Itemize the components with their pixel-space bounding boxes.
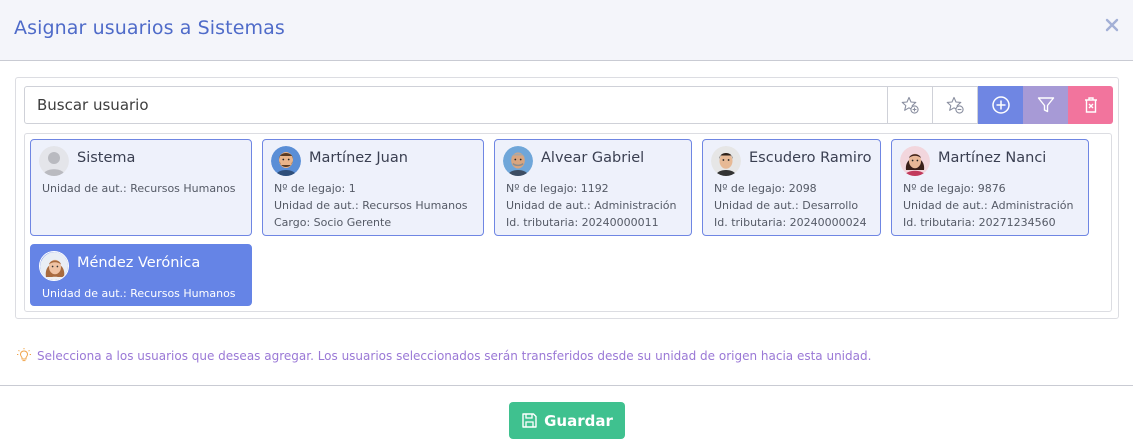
user-tax-id: Id. tributaria: 20240000011 xyxy=(506,216,659,229)
user-file-number: Nº de legajo: 1192 xyxy=(506,182,609,195)
plus-circle-icon xyxy=(991,96,1010,114)
filter-button[interactable] xyxy=(1023,86,1068,124)
older-man-avatar xyxy=(503,146,533,176)
user-unit: Unidad de aut.: Recursos Humanos xyxy=(42,287,236,300)
user-file-number: Nº de legajo: 2098 xyxy=(714,182,817,195)
user-name: Méndez Verónica xyxy=(77,255,201,271)
user-card-martinez-juan[interactable]: Martínez Juan Nº de legajo: 1 Unidad de … xyxy=(262,139,484,236)
user-card-sistema[interactable]: Sistema Unidad de aut.: Recursos Humanos xyxy=(30,139,252,236)
filter-icon xyxy=(1037,97,1054,113)
user-name: Escudero Ramiro xyxy=(749,150,872,166)
young-man-avatar xyxy=(711,146,741,176)
user-picker-panel: Sistema Unidad de aut.: Recursos Humanos… xyxy=(15,77,1119,319)
add-favorite-button[interactable] xyxy=(888,86,933,124)
user-card-mendez-veronica[interactable]: Méndez Verónica Unidad de aut.: Recursos… xyxy=(30,244,252,306)
user-unit: Unidad de aut.: Recursos Humanos xyxy=(274,199,468,212)
save-button[interactable]: Guardar xyxy=(509,402,625,439)
bearded-man-avatar xyxy=(271,146,301,176)
user-name: Alvear Gabriel xyxy=(541,150,645,166)
delete-button[interactable] xyxy=(1068,86,1113,124)
user-unit: Unidad de aut.: Recursos Humanos xyxy=(42,182,236,195)
add-users-button[interactable] xyxy=(978,86,1023,124)
remove-favorite-button[interactable] xyxy=(933,86,978,124)
default-avatar xyxy=(39,146,69,176)
info-text: Selecciona a los usuarios que deseas agr… xyxy=(37,349,872,363)
close-icon[interactable] xyxy=(1105,18,1119,32)
user-card-alvear-gabriel[interactable]: Alvear Gabriel Nº de legajo: 1192 Unidad… xyxy=(494,139,692,236)
user-card-escudero-ramiro[interactable]: Escudero Ramiro Nº de legajo: 2098 Unida… xyxy=(702,139,881,236)
woman-light-hair-avatar xyxy=(39,251,69,281)
star-minus-icon xyxy=(946,96,964,114)
search-input[interactable] xyxy=(24,86,888,124)
modal-title: Asignar usuarios a Sistemas xyxy=(14,17,285,39)
users-list: Sistema Unidad de aut.: Recursos Humanos… xyxy=(24,133,1112,312)
user-tax-id: Id. tributaria: 20240000024 xyxy=(714,216,867,229)
user-file-number: Nº de legajo: 9876 xyxy=(903,182,1006,195)
user-name: Sistema xyxy=(77,150,136,166)
modal-header: Asignar usuarios a Sistemas xyxy=(0,0,1133,61)
user-name: Martínez Nanci xyxy=(938,150,1047,166)
user-unit: Unidad de aut.: Administración xyxy=(506,199,677,212)
user-tax-id: Id. tributaria: 20271234560 xyxy=(903,216,1056,229)
user-position: Cargo: Socio Gerente xyxy=(274,216,392,229)
user-unit: Unidad de aut.: Administración xyxy=(903,199,1074,212)
lightbulb-icon xyxy=(17,348,31,362)
floppy-disk-icon xyxy=(522,413,537,428)
user-unit: Unidad de aut.: Desarrollo xyxy=(714,199,859,212)
footer-divider xyxy=(0,385,1133,386)
user-file-number: Nº de legajo: 1 xyxy=(274,182,356,195)
search-toolbar xyxy=(24,86,1113,124)
star-plus-icon xyxy=(901,96,919,114)
user-name: Martínez Juan xyxy=(309,150,408,166)
save-button-label: Guardar xyxy=(544,411,613,430)
user-card-martinez-nanci[interactable]: Martínez Nanci Nº de legajo: 9876 Unidad… xyxy=(891,139,1089,236)
woman-dark-hair-avatar xyxy=(900,146,930,176)
trash-icon xyxy=(1084,97,1097,113)
